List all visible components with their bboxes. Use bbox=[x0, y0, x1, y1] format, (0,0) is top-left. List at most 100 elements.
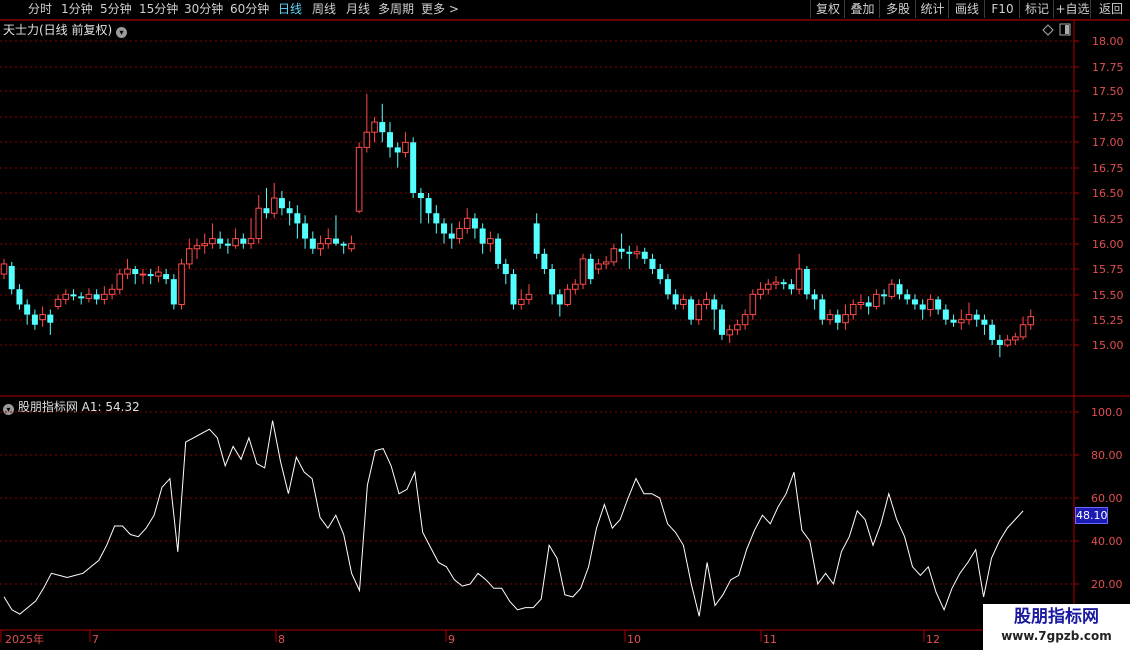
main-y-tick-label: 16.00 bbox=[1092, 238, 1124, 251]
candle bbox=[317, 235, 324, 256]
candle-body bbox=[579, 258, 587, 285]
candle-body bbox=[332, 238, 339, 244]
candle-body bbox=[471, 218, 478, 229]
candle bbox=[201, 233, 209, 254]
candle bbox=[379, 103, 386, 143]
indicator-y-tick-label: 80.00 bbox=[1091, 449, 1123, 462]
watermark-logo: 股朋指标网 www.7gpzb.com bbox=[983, 604, 1130, 650]
candle-body bbox=[857, 301, 865, 305]
candle-body bbox=[780, 282, 787, 285]
candle-body bbox=[927, 298, 934, 311]
candle bbox=[811, 289, 818, 310]
candle-body bbox=[286, 208, 293, 214]
candle bbox=[904, 289, 911, 305]
candle-body bbox=[139, 273, 147, 276]
settings-diamond-icon[interactable] bbox=[1042, 24, 1054, 36]
candle-body bbox=[324, 238, 332, 245]
indicator-y-tick-label: 100.0 bbox=[1091, 406, 1123, 419]
candle bbox=[355, 142, 363, 214]
candle-body bbox=[741, 314, 749, 326]
candle bbox=[602, 255, 610, 269]
candle-body bbox=[764, 283, 772, 290]
candle-body bbox=[232, 238, 239, 247]
candle-body bbox=[317, 243, 324, 250]
candle bbox=[39, 306, 46, 327]
candle bbox=[263, 187, 270, 219]
candle-body bbox=[39, 314, 46, 321]
candle-body bbox=[441, 223, 448, 234]
candle bbox=[147, 269, 154, 285]
candle bbox=[595, 258, 602, 275]
candle-body bbox=[93, 294, 100, 300]
candle bbox=[703, 292, 710, 310]
candle-body bbox=[178, 263, 185, 305]
main-y-tick-label: 15.00 bbox=[1092, 339, 1124, 352]
main-y-tick-label: 17.50 bbox=[1092, 85, 1124, 98]
candle bbox=[757, 282, 764, 300]
panel-toggle-icon[interactable] bbox=[1059, 23, 1071, 36]
candle bbox=[309, 231, 316, 254]
candle bbox=[502, 258, 509, 285]
candle-body bbox=[957, 319, 965, 324]
candle-body bbox=[101, 293, 108, 300]
candle-body bbox=[510, 274, 517, 305]
candle bbox=[417, 187, 424, 224]
candle bbox=[270, 182, 278, 219]
candle-body bbox=[240, 238, 247, 244]
candle-body bbox=[541, 253, 548, 269]
main-y-tick-label: 18.00 bbox=[1092, 35, 1124, 48]
candle bbox=[734, 319, 741, 335]
candle-body bbox=[989, 324, 996, 340]
candle bbox=[989, 319, 996, 345]
candle-body bbox=[672, 294, 679, 305]
candle bbox=[680, 294, 687, 310]
candle-body bbox=[270, 197, 278, 214]
candle-body bbox=[1004, 339, 1011, 346]
candle bbox=[8, 261, 15, 295]
candle bbox=[495, 233, 502, 269]
x-axis-label: 12 bbox=[926, 633, 940, 646]
candle bbox=[463, 208, 471, 234]
candle-body bbox=[811, 294, 818, 300]
candle-body bbox=[942, 309, 949, 320]
candle bbox=[996, 334, 1003, 358]
candle-body bbox=[1027, 316, 1035, 326]
candle bbox=[942, 304, 949, 325]
candle-body bbox=[996, 339, 1003, 345]
candle-body bbox=[517, 298, 525, 305]
chart-canvas[interactable]: 18.00 17.75 17.50 17.25 17.00 16.75 16.50 16.25… bbox=[0, 0, 1130, 650]
candle bbox=[911, 294, 918, 310]
candle bbox=[247, 218, 255, 249]
candle-body bbox=[981, 319, 988, 325]
x-axis-label: 7 bbox=[92, 633, 99, 646]
candle-body bbox=[849, 303, 857, 316]
candle-body bbox=[657, 269, 664, 280]
candle bbox=[286, 201, 293, 226]
candle bbox=[571, 279, 579, 295]
candle bbox=[726, 324, 733, 343]
candle bbox=[795, 253, 803, 295]
indicator-line bbox=[3, 420, 1024, 617]
candle-body bbox=[587, 258, 594, 280]
candle bbox=[741, 309, 749, 330]
candle-body bbox=[371, 121, 378, 133]
candle-body bbox=[564, 288, 571, 305]
main-y-tick-label: 16.75 bbox=[1092, 162, 1124, 175]
candle-body bbox=[116, 273, 124, 290]
candle bbox=[888, 279, 896, 300]
candle-body bbox=[62, 293, 70, 300]
main-y-tick-label: 15.75 bbox=[1092, 263, 1124, 276]
candle bbox=[16, 284, 23, 310]
candle-body bbox=[108, 288, 116, 295]
x-axis-label: 9 bbox=[448, 633, 455, 646]
candle-body bbox=[185, 248, 193, 265]
candle-body bbox=[618, 248, 625, 252]
candle-body bbox=[24, 304, 31, 315]
candle bbox=[834, 309, 841, 330]
candle bbox=[93, 289, 100, 305]
candle-body bbox=[487, 238, 494, 245]
candle bbox=[302, 215, 309, 249]
candle-body bbox=[641, 251, 648, 259]
candle bbox=[332, 215, 339, 246]
candle bbox=[618, 233, 625, 259]
